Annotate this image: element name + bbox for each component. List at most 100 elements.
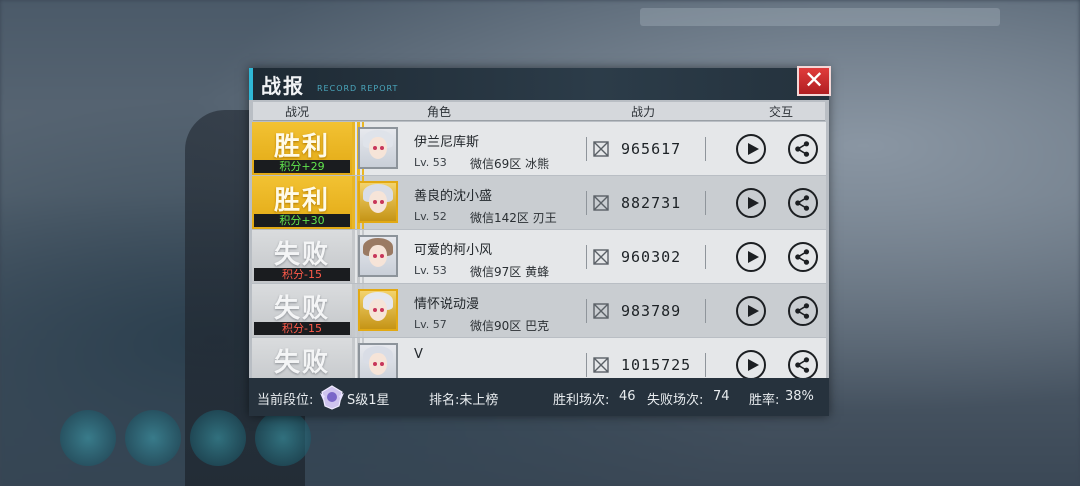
dialog-subtitle: RECORD REPORT <box>317 84 399 93</box>
leaderboard-status: 排名:未上榜 <box>429 393 499 408</box>
avatar-face <box>369 191 387 213</box>
player-avatar[interactable] <box>358 235 398 277</box>
ban-icon <box>593 141 609 157</box>
share-icon[interactable] <box>788 296 818 326</box>
record-list[interactable]: 胜利 积分+29 伊兰尼库斯 Lv. 53 微信69区 冰熊 965617 胜利… <box>252 122 826 378</box>
dialog-title-bar: 战报 RECORD REPORT <box>249 68 829 100</box>
close-icon[interactable]: ✕ <box>797 66 831 96</box>
player-avatar[interactable] <box>358 127 398 169</box>
header-status: 战况 <box>285 105 310 119</box>
power-value: 983789 <box>621 302 682 320</box>
avatar-face <box>369 299 387 321</box>
player-server: 微信90区 巴克 <box>470 319 550 333</box>
score-change: 积分-15 <box>254 268 350 281</box>
score-change: 积分-15 <box>254 322 350 335</box>
avatar-face <box>369 353 387 375</box>
avatar-eye <box>373 254 377 258</box>
ban-icon <box>593 249 609 265</box>
result-text: 失败 <box>273 240 330 270</box>
avatar-eye <box>373 200 377 204</box>
player-server: 微信142区 刃王 <box>470 211 557 225</box>
player-name: V <box>414 347 423 362</box>
score-change: 积分+30 <box>254 214 350 227</box>
play-replay-icon[interactable] <box>736 242 766 272</box>
background-skill-button <box>60 410 116 466</box>
result-text: 胜利 <box>273 132 330 162</box>
player-level: Lv. 57 <box>414 318 447 331</box>
avatar-eye <box>380 200 384 204</box>
result-badge: 失败 积分-15 <box>252 284 352 337</box>
avatar-eye <box>380 254 384 258</box>
background-skill-button <box>255 410 311 466</box>
power-box: 960302 <box>586 245 706 269</box>
result-badge: 胜利 积分+30 <box>252 176 352 229</box>
background-top-bar <box>640 8 1000 26</box>
rank-value: S级1星 <box>347 393 390 408</box>
win-rate: 38% <box>785 389 814 404</box>
dialog-title: 战报 <box>261 74 305 98</box>
losses-label: 失败场次: <box>647 393 704 408</box>
player-avatar[interactable] <box>358 181 398 223</box>
share-icon[interactable] <box>788 242 818 272</box>
player-server: 微信69区 冰熊 <box>470 157 550 171</box>
power-value: 965617 <box>621 140 682 158</box>
power-value: 960302 <box>621 248 682 266</box>
power-box: 965617 <box>586 137 706 161</box>
battle-report-dialog: 战报 RECORD REPORT ✕ 战况 角色 战力 交互 胜利 积分+29 … <box>249 66 831 416</box>
player-level: Lv. 53 <box>414 264 447 277</box>
player-avatar[interactable] <box>358 289 398 331</box>
power-box: 1015725 <box>586 353 706 377</box>
record-row[interactable]: 胜利 积分+30 善良的沈小盛 Lv. 52 微信142区 刃王 882731 <box>252 176 826 229</box>
player-name: 善良的沈小盛 <box>414 189 493 204</box>
header-power: 战力 <box>631 105 656 119</box>
rank-badge-icon <box>320 385 344 410</box>
ban-icon <box>593 303 609 319</box>
result-badge: 失败 积分-15 <box>252 230 352 283</box>
header-interact: 交互 <box>769 105 794 119</box>
losses-count: 74 <box>713 389 730 404</box>
player-name: 情怀说动漫 <box>414 297 480 312</box>
record-row[interactable]: 失败 积分-15 可爱的柯小风 Lv. 53 微信97区 黄蜂 960302 <box>252 230 826 283</box>
power-box: 983789 <box>586 299 706 323</box>
result-badge: 胜利 积分+29 <box>252 122 352 175</box>
avatar-eye <box>373 362 377 366</box>
share-icon[interactable] <box>788 350 818 378</box>
column-header-row: 战况 角色 战力 交互 <box>253 102 825 121</box>
play-replay-icon[interactable] <box>736 296 766 326</box>
play-replay-icon[interactable] <box>736 350 766 378</box>
power-value: 1015725 <box>621 356 692 374</box>
background-skill-button <box>125 410 181 466</box>
ban-icon <box>593 357 609 373</box>
player-name: 可爱的柯小风 <box>414 243 493 258</box>
rank-label: 当前段位: <box>257 393 314 408</box>
player-level: Lv. 53 <box>414 156 447 169</box>
record-row[interactable]: 失败 V 1015725 <box>252 338 826 378</box>
avatar-eye <box>380 308 384 312</box>
ban-icon <box>593 195 609 211</box>
power-box: 882731 <box>586 191 706 215</box>
result-text: 胜利 <box>273 186 330 216</box>
share-icon[interactable] <box>788 134 818 164</box>
power-value: 882731 <box>621 194 682 212</box>
wins-count: 46 <box>619 389 636 404</box>
avatar-face <box>369 137 387 159</box>
player-avatar[interactable] <box>358 343 398 378</box>
avatar-eye <box>373 308 377 312</box>
play-replay-icon[interactable] <box>736 188 766 218</box>
play-replay-icon[interactable] <box>736 134 766 164</box>
win-rate-label: 胜率: <box>749 393 780 408</box>
result-text: 失败 <box>273 294 330 324</box>
stats-footer: 当前段位: S级1星 排名:未上榜 胜利场次: 46 失败场次: 74 胜率: … <box>249 378 829 416</box>
avatar-eye <box>380 146 384 150</box>
record-row[interactable]: 失败 积分-15 情怀说动漫 Lv. 57 微信90区 巴克 983789 <box>252 284 826 337</box>
wins-label: 胜利场次: <box>553 393 610 408</box>
result-badge: 失败 <box>252 338 352 378</box>
header-role: 角色 <box>427 105 452 119</box>
share-icon[interactable] <box>788 188 818 218</box>
player-server: 微信97区 黄蜂 <box>470 265 550 279</box>
background-skill-button <box>190 410 246 466</box>
record-row[interactable]: 胜利 积分+29 伊兰尼库斯 Lv. 53 微信69区 冰熊 965617 <box>252 122 826 175</box>
avatar-eye <box>380 362 384 366</box>
avatar-eye <box>373 146 377 150</box>
result-text: 失败 <box>273 348 330 378</box>
